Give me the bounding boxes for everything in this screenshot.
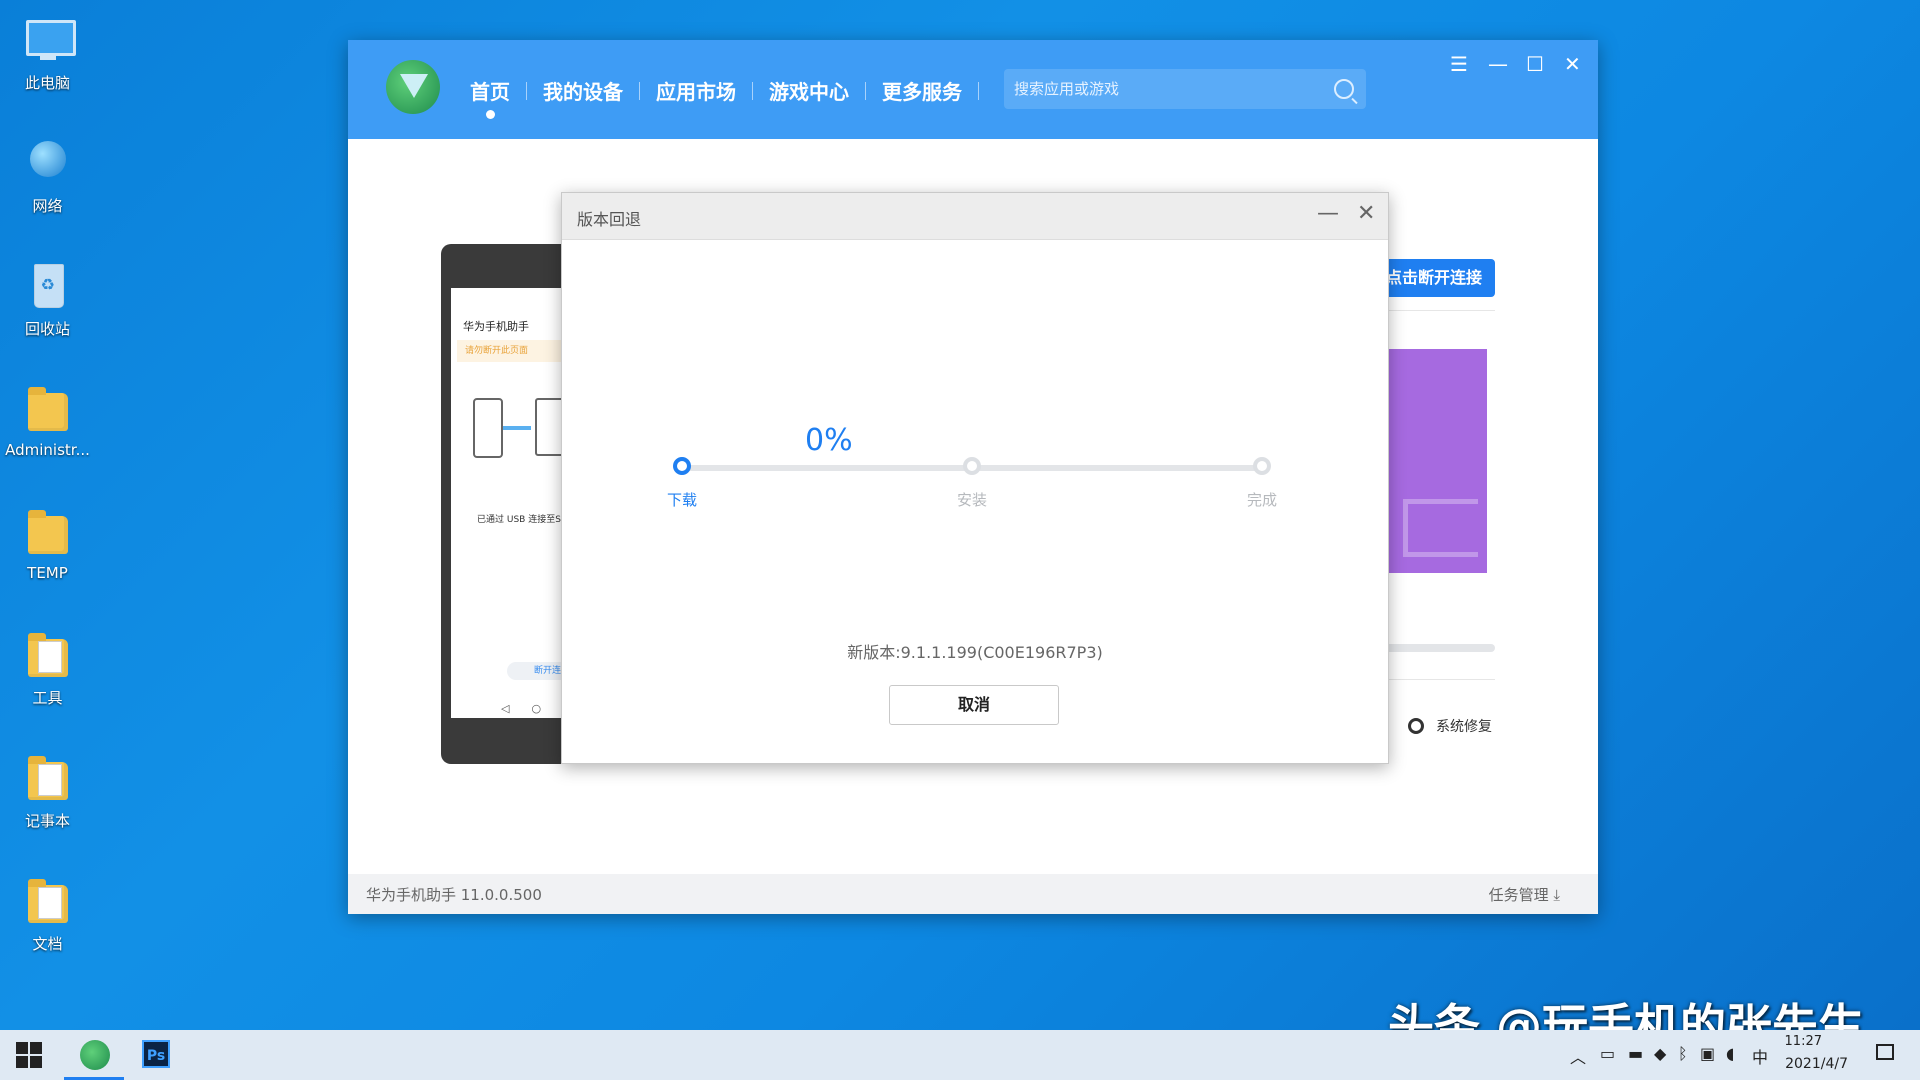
cancel-button[interactable]: 取消 (889, 685, 1059, 725)
bluetooth-icon[interactable]: ᛒ (1678, 1044, 1688, 1063)
security-icon[interactable]: ◆ (1654, 1044, 1666, 1063)
clock-time[interactable]: 11:27 (1785, 1034, 1822, 1049)
system-tray: ︿ ▭ ▬ ◆ ᛒ ▣ ◖ 中 11:27 2021/4/7 (1560, 1030, 1920, 1080)
phone-illustration-icon (473, 398, 503, 458)
nav-label: 首页 (470, 80, 510, 104)
nav-more-services[interactable]: 更多服务 (866, 76, 978, 105)
dialog-minimize-button[interactable]: — (1317, 201, 1339, 226)
clock-date[interactable]: 2021/4/7 (1785, 1056, 1848, 1072)
taskbar: Ps ︿ ▭ ▬ ◆ ᛒ ▣ ◖ 中 11:27 2021/4/7 (0, 1030, 1920, 1080)
dialog-close-button[interactable]: ✕ (1357, 201, 1375, 226)
folder-icon (20, 627, 76, 683)
desktop-icon-recycle-bin[interactable]: 回收站 (0, 254, 95, 354)
desktop-icon-label: 网络 (32, 197, 63, 215)
step-complete-dot (1253, 457, 1271, 475)
menu-icon[interactable]: ☰ (1450, 52, 1468, 76)
tray-folder-icon[interactable]: ▭ (1600, 1044, 1615, 1063)
nav-label: 应用市场 (656, 80, 736, 104)
rollback-dialog: 版本回退 — ✕ 0% 下载 安装 完成 新版本:9.1.1.199(C00E1… (561, 192, 1389, 764)
desktop-icon-label: 此电脑 (24, 74, 70, 92)
system-repair-label: 系统修复 (1436, 719, 1492, 735)
nav-label: 我的设备 (543, 80, 623, 104)
step-complete-label: 完成 (1246, 491, 1277, 509)
app-header: 首页 我的设备 应用市场 游戏中心 更多服务 ☰ — ☐ ✕ (348, 40, 1598, 139)
user-folder-icon (20, 381, 76, 437)
task-manager-button[interactable]: 任务管理 ⤓ (1489, 884, 1560, 905)
notification-icon[interactable] (1876, 1044, 1894, 1060)
folder-icon (20, 504, 76, 560)
divider (1373, 310, 1495, 311)
nav-my-device[interactable]: 我的设备 (527, 76, 639, 105)
chevron-up-icon[interactable]: ︿ (1570, 1044, 1586, 1068)
search-box (1004, 69, 1366, 109)
gear-icon (1408, 718, 1424, 734)
document-folder-icon (20, 873, 76, 929)
search-input[interactable] (1004, 69, 1324, 109)
desktop-icon-label: Administr... (5, 441, 90, 459)
nav-game-center[interactable]: 游戏中心 (753, 76, 865, 105)
nav-label: 游戏中心 (769, 80, 849, 104)
desktop-icon-label: 文档 (32, 935, 63, 953)
desktop-icon-administrator[interactable]: Administr... (0, 377, 95, 477)
system-repair-button[interactable]: 系统修复 (1408, 716, 1492, 736)
desktop-icon-label: 工具 (32, 689, 63, 707)
phone-app-title: 华为手机助手 (463, 320, 529, 333)
new-version-text: 新版本:9.1.1.199(C00E196R7P3) (847, 643, 1103, 662)
step-install-dot (963, 457, 981, 475)
promo-card[interactable] (1373, 349, 1487, 573)
folder-icon (20, 750, 76, 806)
network-tray-icon[interactable]: ▣ (1700, 1044, 1715, 1063)
desktop-icon-label: TEMP (27, 564, 68, 582)
windows-start-icon[interactable] (16, 1042, 42, 1068)
taskbar-photoshop[interactable]: Ps (126, 1030, 186, 1080)
step-download-dot (673, 457, 691, 475)
active-dot (486, 110, 495, 119)
progress-percent: 0% (805, 423, 853, 458)
storage-bar (1373, 644, 1495, 652)
battery-icon[interactable]: ▬ (1628, 1044, 1643, 1063)
photoshop-icon: Ps (142, 1040, 170, 1068)
desktop-icon-label: 回收站 (24, 320, 70, 338)
desktop-icon-notepad[interactable]: 记事本 (0, 746, 95, 846)
main-nav: 首页 我的设备 应用市场 游戏中心 更多服务 (454, 76, 979, 119)
app-footer: 华为手机助手 11.0.0.500 任务管理 ⤓ (348, 874, 1598, 914)
desktop-icon-this-pc[interactable]: 此电脑 (0, 8, 95, 108)
volume-icon[interactable]: ◖ (1726, 1044, 1734, 1063)
close-button[interactable]: ✕ (1564, 52, 1581, 76)
nav-app-market[interactable]: 应用市场 (640, 76, 752, 105)
version-label: 华为手机助手 11.0.0.500 (366, 886, 542, 904)
desktop-icon-temp[interactable]: TEMP (0, 500, 95, 600)
desktop-icon-documents[interactable]: 文档 (0, 869, 95, 969)
taskbar-huawei-assistant[interactable] (64, 1030, 124, 1080)
search-icon[interactable] (1334, 79, 1354, 99)
dialog-title: 版本回退 (577, 210, 642, 229)
app-logo-icon (386, 60, 440, 114)
minimize-button[interactable]: — (1488, 52, 1508, 76)
usb-cable-icon (503, 426, 531, 430)
desktop-icon-tools[interactable]: 工具 (0, 623, 95, 723)
desktop-icon-label: 记事本 (24, 812, 70, 830)
nav-separator (978, 81, 979, 100)
computer-icon (20, 12, 76, 68)
ime-indicator[interactable]: 中 (1752, 1044, 1768, 1068)
phone-nav-icons: ◁○ (501, 702, 564, 715)
divider (1373, 679, 1495, 680)
huawei-assistant-icon (80, 1040, 110, 1070)
maximize-button[interactable]: ☐ (1526, 52, 1544, 76)
step-download-label: 下载 (666, 491, 697, 509)
disconnect-button[interactable]: 点击断开连接 (1373, 259, 1495, 297)
network-icon (20, 135, 76, 191)
step-install-label: 安装 (956, 491, 987, 509)
desktop-icon-network[interactable]: 网络 (0, 131, 95, 231)
nav-label: 更多服务 (882, 80, 962, 104)
nav-home[interactable]: 首页 (454, 76, 526, 119)
recycle-bin-icon (20, 258, 76, 314)
phone-usb-text: 已通过 USB 连接至SC (477, 515, 568, 525)
dialog-header: 版本回退 — ✕ (562, 193, 1388, 240)
